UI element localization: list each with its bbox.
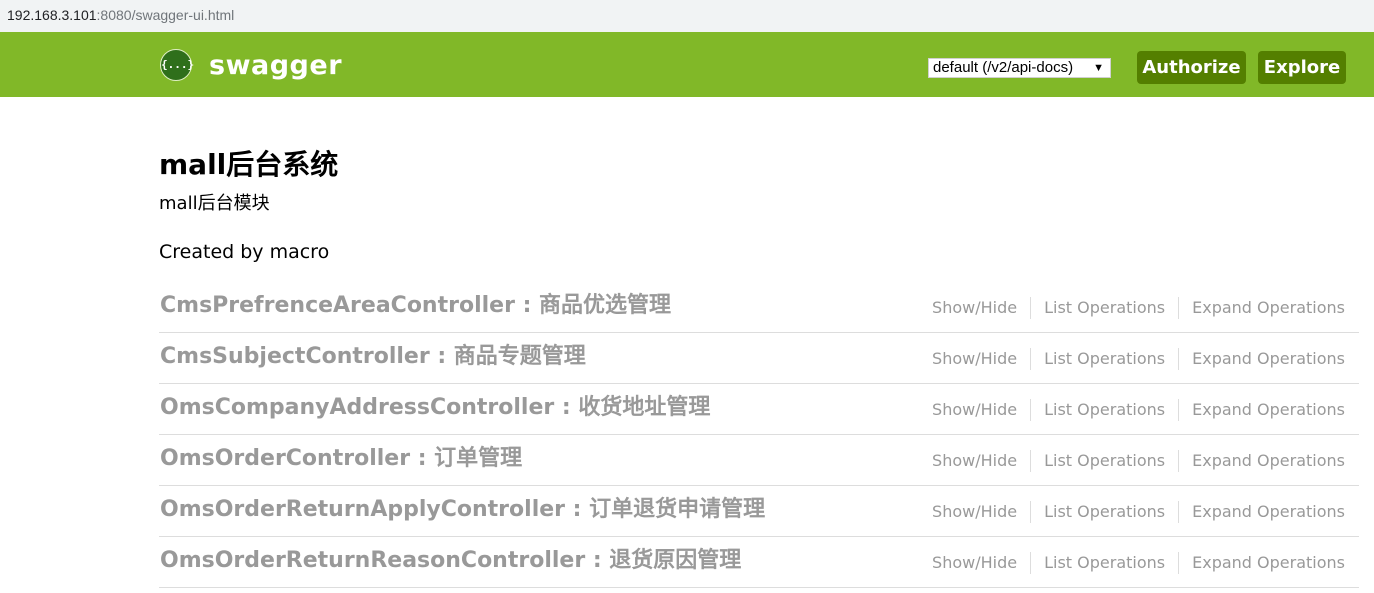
show-hide-link[interactable]: Show/Hide: [932, 552, 1030, 574]
api-spec-select-value: default (/v2/api-docs): [933, 59, 1074, 76]
resource-operations: Show/Hide List Operations Expand Operati…: [932, 348, 1345, 370]
swagger-logo-icon[interactable]: {...}: [160, 49, 194, 81]
swagger-logo-text[interactable]: swagger: [209, 47, 342, 85]
expand-operations-link[interactable]: Expand Operations: [1178, 450, 1345, 472]
list-operations-link[interactable]: List Operations: [1030, 297, 1178, 319]
show-hide-link[interactable]: Show/Hide: [932, 501, 1030, 523]
resource-operations: Show/Hide List Operations Expand Operati…: [932, 552, 1345, 574]
resource-item: OmsCompanyAddressController : 收货地址管理 Sho…: [159, 384, 1359, 435]
expand-operations-link[interactable]: Expand Operations: [1178, 348, 1345, 370]
resource-item: OmsOrderReturnApplyController : 订单退货申请管理…: [159, 486, 1359, 537]
expand-operations-link[interactable]: Expand Operations: [1178, 552, 1345, 574]
swagger-header: {...} swagger default (/v2/api-docs) ▼ A…: [0, 32, 1374, 97]
address-bar[interactable]: 192.168.3.101:8080/swagger-ui.html: [0, 0, 1374, 32]
expand-operations-link[interactable]: Expand Operations: [1178, 297, 1345, 319]
show-hide-link[interactable]: Show/Hide: [932, 399, 1030, 421]
resource-operations: Show/Hide List Operations Expand Operati…: [932, 399, 1345, 421]
show-hide-link[interactable]: Show/Hide: [932, 297, 1030, 319]
resource-name-link[interactable]: CmsPrefrenceAreaController : 商品优选管理: [160, 290, 671, 322]
url-path: :8080/swagger-ui.html: [96, 7, 235, 23]
api-description: mall后台模块: [159, 193, 270, 214]
resource-item: CmsPrefrenceAreaController : 商品优选管理 Show…: [159, 282, 1359, 333]
authorize-button[interactable]: Authorize: [1137, 51, 1246, 84]
resource-name-link[interactable]: CmsSubjectController : 商品专题管理: [160, 341, 586, 373]
resource-item: OmsOrderReturnReasonController : 退货原因管理 …: [159, 537, 1359, 588]
list-operations-link[interactable]: List Operations: [1030, 399, 1178, 421]
url-host: 192.168.3.101: [7, 7, 97, 23]
show-hide-link[interactable]: Show/Hide: [932, 450, 1030, 472]
resource-name-link[interactable]: OmsCompanyAddressController : 收货地址管理: [160, 392, 710, 424]
resource-name-link[interactable]: OmsOrderReturnReasonController : 退货原因管理: [160, 545, 741, 577]
list-operations-link[interactable]: List Operations: [1030, 348, 1178, 370]
resource-operations: Show/Hide List Operations Expand Operati…: [932, 450, 1345, 472]
expand-operations-link[interactable]: Expand Operations: [1178, 399, 1345, 421]
list-operations-link[interactable]: List Operations: [1030, 552, 1178, 574]
api-spec-select[interactable]: default (/v2/api-docs) ▼: [928, 58, 1111, 78]
api-title: mall后台系统: [159, 148, 339, 181]
api-created-by: Created by macro: [159, 241, 330, 263]
explore-button[interactable]: Explore: [1258, 51, 1346, 84]
show-hide-link[interactable]: Show/Hide: [932, 348, 1030, 370]
resource-operations: Show/Hide List Operations Expand Operati…: [932, 297, 1345, 319]
list-operations-link[interactable]: List Operations: [1030, 450, 1178, 472]
expand-operations-link[interactable]: Expand Operations: [1178, 501, 1345, 523]
resource-item: OmsOrderController : 订单管理 Show/Hide List…: [159, 435, 1359, 486]
resource-operations: Show/Hide List Operations Expand Operati…: [932, 501, 1345, 523]
resource-name-link[interactable]: OmsOrderReturnApplyController : 订单退货申请管理: [160, 494, 765, 526]
resource-item: CmsSubjectController : 商品专题管理 Show/Hide …: [159, 333, 1359, 384]
dropdown-arrow-icon: ▼: [1093, 62, 1104, 74]
resource-name-link[interactable]: OmsOrderController : 订单管理: [160, 443, 522, 475]
list-operations-link[interactable]: List Operations: [1030, 501, 1178, 523]
resource-list: CmsPrefrenceAreaController : 商品优选管理 Show…: [159, 282, 1359, 588]
